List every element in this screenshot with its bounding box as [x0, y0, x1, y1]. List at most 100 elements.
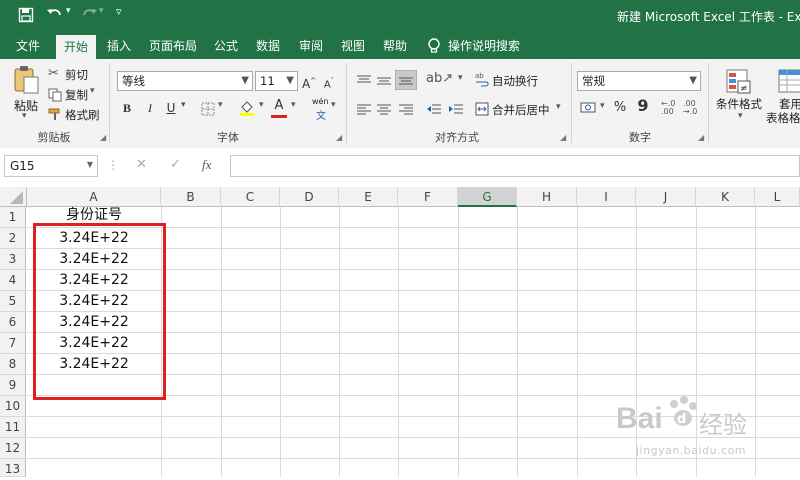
- format-as-table-icon[interactable]: [778, 69, 800, 97]
- undo-dropdown-icon[interactable]: ▾: [66, 6, 71, 16]
- redo-dropdown-icon[interactable]: ▾: [99, 6, 104, 16]
- font-name-combo[interactable]: 等线 ▼: [117, 71, 253, 91]
- tab-review[interactable]: 审阅: [292, 33, 330, 59]
- align-top-icon[interactable]: [356, 73, 372, 92]
- column-header-l[interactable]: L: [755, 187, 800, 207]
- column-header-i[interactable]: I: [577, 187, 636, 207]
- row-header-3[interactable]: 3: [0, 249, 26, 270]
- row-header-12[interactable]: 12: [0, 438, 26, 459]
- paste-dropdown-icon[interactable]: ▾: [22, 111, 27, 121]
- column-header-a[interactable]: A: [27, 187, 161, 207]
- row-header-8[interactable]: 8: [0, 354, 26, 375]
- font-group-label: 字体: [217, 131, 239, 144]
- paste-icon[interactable]: [12, 65, 40, 99]
- alignment-launcher-icon[interactable]: ◢: [560, 133, 566, 142]
- row-header-9[interactable]: 9: [0, 375, 26, 396]
- cut-button[interactable]: 剪切: [65, 67, 88, 83]
- align-middle-icon[interactable]: [376, 73, 392, 92]
- number-format-combo[interactable]: 常规 ▼: [577, 71, 701, 91]
- underline-button[interactable]: U: [164, 99, 178, 117]
- conditional-dropdown-icon[interactable]: ▾: [738, 111, 743, 121]
- tell-me-search[interactable]: 操作说明搜索: [446, 33, 522, 59]
- decrease-decimal-icon[interactable]: .00 →.0: [683, 100, 697, 116]
- column-header-g[interactable]: G: [458, 187, 517, 207]
- tab-data[interactable]: 数据: [248, 33, 288, 59]
- customize-icon[interactable]: ▿: [116, 5, 122, 18]
- column-header-e[interactable]: E: [339, 187, 398, 207]
- percent-button[interactable]: %: [612, 99, 628, 117]
- formula-bar-grip-icon: ⋮: [107, 158, 119, 172]
- comma-style-button[interactable]: 9: [637, 97, 649, 115]
- font-size-combo[interactable]: 11 ▼: [255, 71, 298, 91]
- formula-input[interactable]: [230, 155, 800, 177]
- align-right-icon[interactable]: [398, 102, 414, 121]
- orientation-dropdown-icon[interactable]: ▾: [458, 73, 463, 83]
- conditional-formatting-icon[interactable]: ≠: [726, 69, 752, 99]
- align-center-icon[interactable]: [376, 102, 392, 121]
- number-launcher-icon[interactable]: ◢: [698, 133, 704, 142]
- row-header-11[interactable]: 11: [0, 417, 26, 438]
- orientation-icon[interactable]: ab↗: [426, 71, 453, 86]
- row-header-1[interactable]: 1: [0, 207, 26, 228]
- name-box[interactable]: G15 ▼: [4, 155, 98, 177]
- wrap-text-button[interactable]: 自动换行: [492, 73, 538, 89]
- align-left-icon[interactable]: [356, 102, 372, 121]
- row-header-5[interactable]: 5: [0, 291, 26, 312]
- merge-dropdown-icon[interactable]: ▾: [556, 102, 561, 112]
- row-header-7[interactable]: 7: [0, 333, 26, 354]
- select-all-corner[interactable]: [0, 187, 27, 207]
- conditional-formatting-button[interactable]: 条件格式: [716, 96, 762, 112]
- column-header-d[interactable]: D: [280, 187, 339, 207]
- redo-icon[interactable]: [80, 6, 98, 26]
- column-header-c[interactable]: C: [221, 187, 280, 207]
- column-header-k[interactable]: K: [696, 187, 755, 207]
- tab-help[interactable]: 帮助: [376, 33, 414, 59]
- increase-decimal-icon[interactable]: ←.0.00: [661, 100, 675, 116]
- font-size-value: 11: [260, 74, 275, 88]
- tab-formulas[interactable]: 公式: [208, 33, 244, 59]
- shrink-font-button[interactable]: Aˇ: [322, 72, 336, 90]
- currency-dropdown-icon[interactable]: ▾: [600, 101, 605, 111]
- font-color-button[interactable]: A: [272, 97, 286, 115]
- tab-insert[interactable]: 插入: [100, 33, 138, 59]
- grow-font-button[interactable]: A^: [302, 72, 316, 91]
- underline-dropdown-icon[interactable]: ▾: [181, 100, 186, 110]
- row-header-4[interactable]: 4: [0, 270, 26, 291]
- save-icon[interactable]: [18, 7, 34, 27]
- copy-dropdown-icon[interactable]: ▾: [90, 86, 95, 96]
- phonetic-button[interactable]: wén: [312, 97, 329, 106]
- font-color-dropdown-icon[interactable]: ▾: [291, 100, 296, 110]
- tab-file[interactable]: 文件: [8, 33, 48, 59]
- align-bottom-icon[interactable]: [395, 70, 417, 90]
- row-header-10[interactable]: 10: [0, 396, 26, 417]
- tab-page-layout[interactable]: 页面布局: [142, 33, 204, 59]
- bold-button[interactable]: B: [120, 99, 134, 117]
- insert-function-button[interactable]: fx: [202, 157, 211, 173]
- increase-indent-icon[interactable]: [448, 102, 464, 121]
- clipboard-launcher-icon[interactable]: ◢: [100, 133, 106, 142]
- phonetic-dropdown-icon[interactable]: ▾: [331, 100, 336, 110]
- fill-color-dropdown-icon[interactable]: ▾: [259, 100, 264, 110]
- column-header-f[interactable]: F: [398, 187, 458, 207]
- borders-dropdown-icon[interactable]: ▾: [218, 100, 223, 110]
- column-header-j[interactable]: J: [636, 187, 696, 207]
- currency-icon[interactable]: [580, 100, 598, 120]
- borders-icon[interactable]: [201, 101, 215, 120]
- tab-view[interactable]: 视图: [334, 33, 372, 59]
- copy-button[interactable]: 复制: [65, 87, 88, 103]
- italic-button[interactable]: I: [143, 99, 157, 117]
- undo-icon[interactable]: [46, 6, 64, 26]
- format-painter-button[interactable]: 格式刷: [65, 107, 100, 123]
- decrease-indent-icon[interactable]: [426, 102, 442, 121]
- row-header-13[interactable]: 13: [0, 459, 26, 477]
- fill-color-icon[interactable]: [239, 99, 255, 121]
- merge-center-button[interactable]: 合并后居中: [492, 102, 550, 118]
- cancel-icon[interactable]: ✕: [136, 157, 147, 172]
- column-header-b[interactable]: B: [161, 187, 221, 207]
- row-header-6[interactable]: 6: [0, 312, 26, 333]
- column-header-h[interactable]: H: [517, 187, 577, 207]
- enter-icon[interactable]: ✓: [170, 157, 181, 172]
- font-launcher-icon[interactable]: ◢: [336, 133, 342, 142]
- row-header-2[interactable]: 2: [0, 228, 26, 249]
- tab-home[interactable]: 开始: [56, 35, 96, 59]
